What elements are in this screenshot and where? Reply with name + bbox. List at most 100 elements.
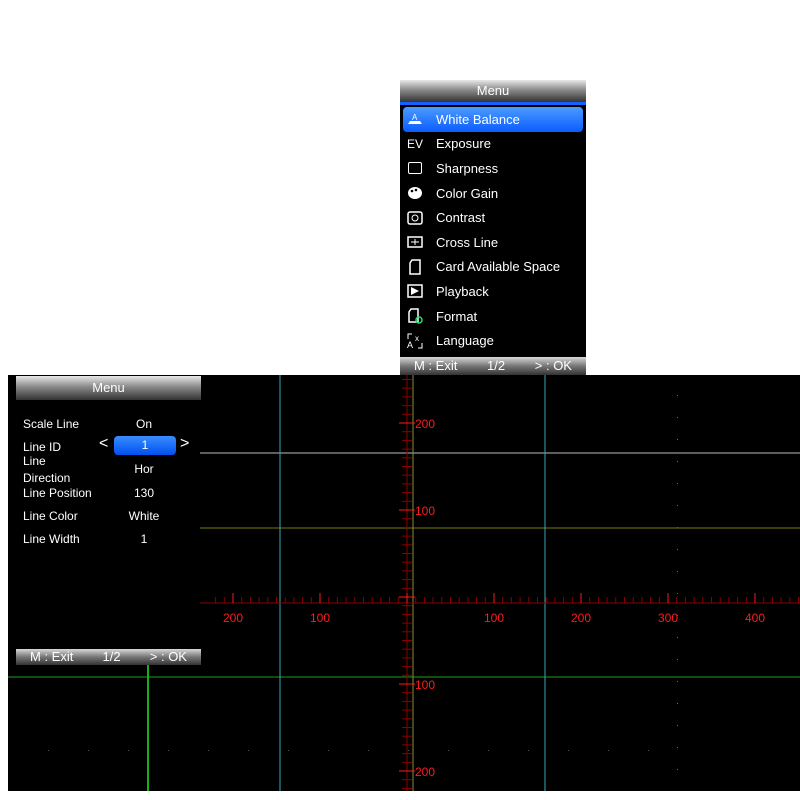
scale-line-value[interactable]: On: [104, 417, 184, 431]
menu-item-label: Sharpness: [436, 160, 499, 176]
grid-dot: [677, 659, 678, 660]
menu-item-format[interactable]: Format: [403, 304, 583, 329]
grid-dot: [608, 750, 609, 751]
menu-footer: M : Exit 1/2 > : OK: [400, 357, 586, 375]
menu-item-sharpness[interactable]: Sharpness: [403, 156, 583, 181]
grid-dot: [677, 593, 678, 594]
svg-text:A: A: [407, 340, 413, 349]
menu-footer: M : Exit 1/2 > : OK: [16, 649, 201, 665]
menu-item-label: Language: [436, 333, 494, 349]
menu-item-cross-line[interactable]: Cross Line: [403, 230, 583, 255]
scale-y-label: 200: [415, 765, 435, 779]
grid-dot: [168, 750, 169, 751]
contrast-icon: [406, 210, 424, 226]
grid-dot: [288, 750, 289, 751]
menu-title: Menu: [400, 80, 586, 105]
grid-dot: [408, 750, 409, 751]
grid-dot: [677, 549, 678, 550]
language-icon: Ax: [406, 333, 424, 349]
playback-icon: [406, 283, 424, 299]
scale-x-label: 200: [571, 611, 591, 625]
scale-line-menu-panel: Menu Scale Line On Line ID < 1 > Line Di…: [16, 376, 201, 666]
grid-dot: [528, 750, 529, 751]
menu-item-exposure[interactable]: EV Exposure: [403, 132, 583, 157]
line-color-value[interactable]: White: [104, 509, 184, 523]
grid-dot: [568, 750, 569, 751]
grid-dot: [677, 483, 678, 484]
scale-y-label: 200: [415, 417, 435, 431]
line-id-label: Line ID: [23, 440, 62, 454]
menu-item-language[interactable]: Ax Language: [403, 328, 583, 353]
main-menu-panel: Menu A White Balance EV Exposure Sharpness…: [400, 80, 586, 375]
grid-dot: [677, 461, 678, 462]
grid-dot: [677, 395, 678, 396]
menu-item-card-space[interactable]: Card Available Space: [403, 255, 583, 280]
grid-dot: [128, 750, 129, 751]
scale-x-label: 100: [484, 611, 504, 625]
grid-dot: [677, 769, 678, 770]
line-direction-label-1: Line: [23, 454, 46, 468]
grid-dot: [488, 750, 489, 751]
scale-x-label: 100: [310, 611, 330, 625]
menu-item-white-balance[interactable]: A White Balance: [403, 107, 583, 132]
scale-y-label: 100: [415, 504, 435, 518]
grid-dot: [328, 750, 329, 751]
line-position-label: Line Position: [23, 486, 92, 500]
grid-dot: [677, 417, 678, 418]
scale-x-label: 400: [745, 611, 765, 625]
sharpness-icon: [406, 160, 424, 176]
ok-hint: > : OK: [149, 649, 187, 664]
menu-item-label: Cross Line: [436, 234, 499, 250]
grid-dot: [48, 750, 49, 751]
grid-dot: [677, 439, 678, 440]
menu-item-contrast[interactable]: Contrast: [403, 205, 583, 230]
svg-text:x: x: [415, 334, 419, 343]
palette-icon: [406, 185, 424, 201]
svg-text:A: A: [412, 113, 418, 122]
menu-item-label: Format: [436, 308, 478, 324]
menu-item-label: Exposure: [436, 136, 491, 152]
line-id-prev-button[interactable]: <: [99, 435, 108, 453]
grid-dot: [368, 750, 369, 751]
line-width-value[interactable]: 1: [104, 532, 184, 546]
line-id-next-button[interactable]: >: [180, 435, 189, 453]
grid-dot: [648, 750, 649, 751]
line-color-label: Line Color: [23, 509, 78, 523]
crossline-icon: [406, 234, 424, 250]
menu-item-color-gain[interactable]: Color Gain: [403, 181, 583, 206]
scale-y-label: 100: [415, 678, 435, 692]
menu-title: Menu: [16, 376, 201, 400]
menu-item-playback[interactable]: Playback: [403, 279, 583, 304]
grid-dot: [677, 505, 678, 506]
grid-dot: [677, 681, 678, 682]
line-direction-label-2: Direction: [23, 471, 71, 485]
sd-card-icon: [406, 259, 424, 275]
line-width-label: Line Width: [23, 532, 80, 546]
ok-hint: > : OK: [534, 358, 572, 373]
format-card-icon: [406, 308, 424, 324]
white-balance-icon: A: [406, 111, 424, 127]
grid-dot: [677, 527, 678, 528]
line-id-value[interactable]: 1: [114, 436, 176, 455]
line-position-value[interactable]: 130: [104, 486, 184, 500]
grid-dot: [677, 571, 678, 572]
scale-line-label: Scale Line: [23, 417, 80, 431]
menu-item-label: Color Gain: [436, 185, 499, 201]
page-indicator: 1/2: [102, 649, 121, 664]
menu-item-label: Card Available Space: [436, 259, 561, 275]
exit-hint: M : Exit: [414, 358, 458, 373]
grid-dot: [448, 750, 449, 751]
page-indicator: 1/2: [487, 358, 506, 373]
grid-dot: [677, 703, 678, 704]
exposure-ev-icon: EV: [406, 136, 423, 151]
grid-dot: [677, 637, 678, 638]
grid-dot: [208, 750, 209, 751]
scale-x-label: 200: [223, 611, 243, 625]
menu-item-label: White Balance: [436, 111, 520, 127]
grid-dot: [677, 725, 678, 726]
grid-dot: [248, 750, 249, 751]
line-direction-value[interactable]: Hor: [104, 462, 184, 476]
menu-item-label: Contrast: [436, 210, 486, 226]
exit-hint: M : Exit: [30, 649, 74, 664]
menu-item-label: Playback: [436, 283, 489, 299]
